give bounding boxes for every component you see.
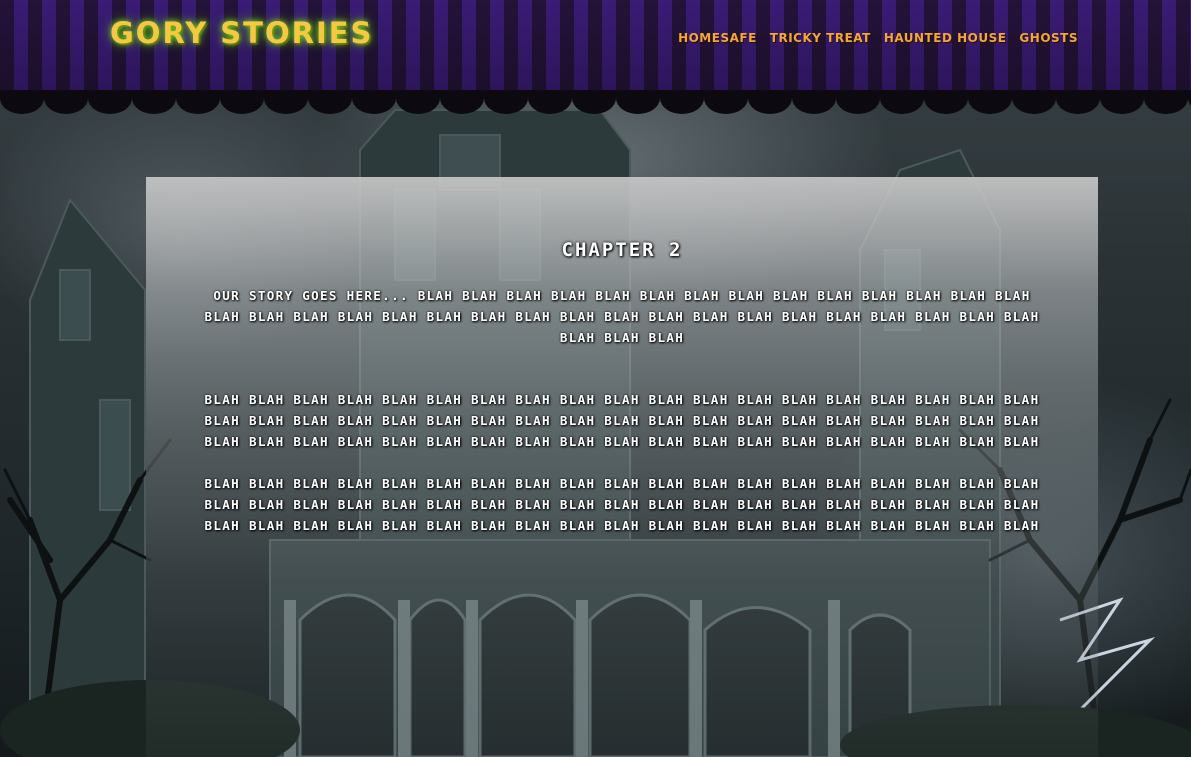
scallop-shape	[308, 90, 352, 114]
scallop-shape	[88, 90, 132, 114]
main-nav: HOMESAFE TRICKY TREAT HAUNTED HOUSE GHOS…	[678, 31, 1078, 45]
chapter-title: CHAPTER 2	[561, 239, 683, 261]
scallop-shape	[264, 90, 308, 114]
site-header: GORY STORIES HOMESAFE TRICKY TREAT HAUNT…	[0, 0, 1191, 92]
scallop-shape	[440, 90, 484, 114]
scallop-shape	[660, 90, 704, 114]
scallop-shape	[528, 90, 572, 114]
scallop-shape	[1012, 90, 1056, 114]
nav-link-homesafe[interactable]: HOMESAFE	[678, 31, 757, 45]
scalloped-border	[0, 90, 1191, 114]
story-panel: CHAPTER 2 OUR STORY GOES HERE... BLAH BL…	[146, 177, 1098, 757]
scallop-shape	[616, 90, 660, 114]
scallop-shape	[0, 90, 44, 114]
nav-link-haunted-house[interactable]: HAUNTED HOUSE	[884, 31, 1007, 45]
scallop-shape	[836, 90, 880, 114]
scallop-shape	[396, 90, 440, 114]
story-paragraph: BLAH BLAH BLAH BLAH BLAH BLAH BLAH BLAH …	[204, 392, 1040, 449]
scallop-shape	[792, 90, 836, 114]
scallop-shape	[176, 90, 220, 114]
scallop-shape	[1100, 90, 1144, 114]
scallop-shape	[1056, 90, 1100, 114]
scallop-shape	[484, 90, 528, 114]
scallop-shape	[704, 90, 748, 114]
story-paragraph: OUR STORY GOES HERE... BLAH BLAH BLAH BL…	[204, 288, 1040, 345]
nav-link-tricky-treat[interactable]: TRICKY TREAT	[770, 31, 871, 45]
scallop-shape	[748, 90, 792, 114]
scallop-shape	[132, 90, 176, 114]
scallop-shape	[1144, 90, 1188, 114]
scallop-shape	[220, 90, 264, 114]
story-paragraph: BLAH BLAH BLAH BLAH BLAH BLAH BLAH BLAH …	[204, 476, 1040, 533]
site-logo[interactable]: GORY STORIES	[110, 16, 373, 50]
scallop-shape	[880, 90, 924, 114]
scallop-shape	[572, 90, 616, 114]
scallop-shape	[352, 90, 396, 114]
scallop-shape	[44, 90, 88, 114]
nav-link-ghosts[interactable]: GHOSTS	[1019, 31, 1078, 45]
scallop-shape	[924, 90, 968, 114]
scallop-shape	[968, 90, 1012, 114]
